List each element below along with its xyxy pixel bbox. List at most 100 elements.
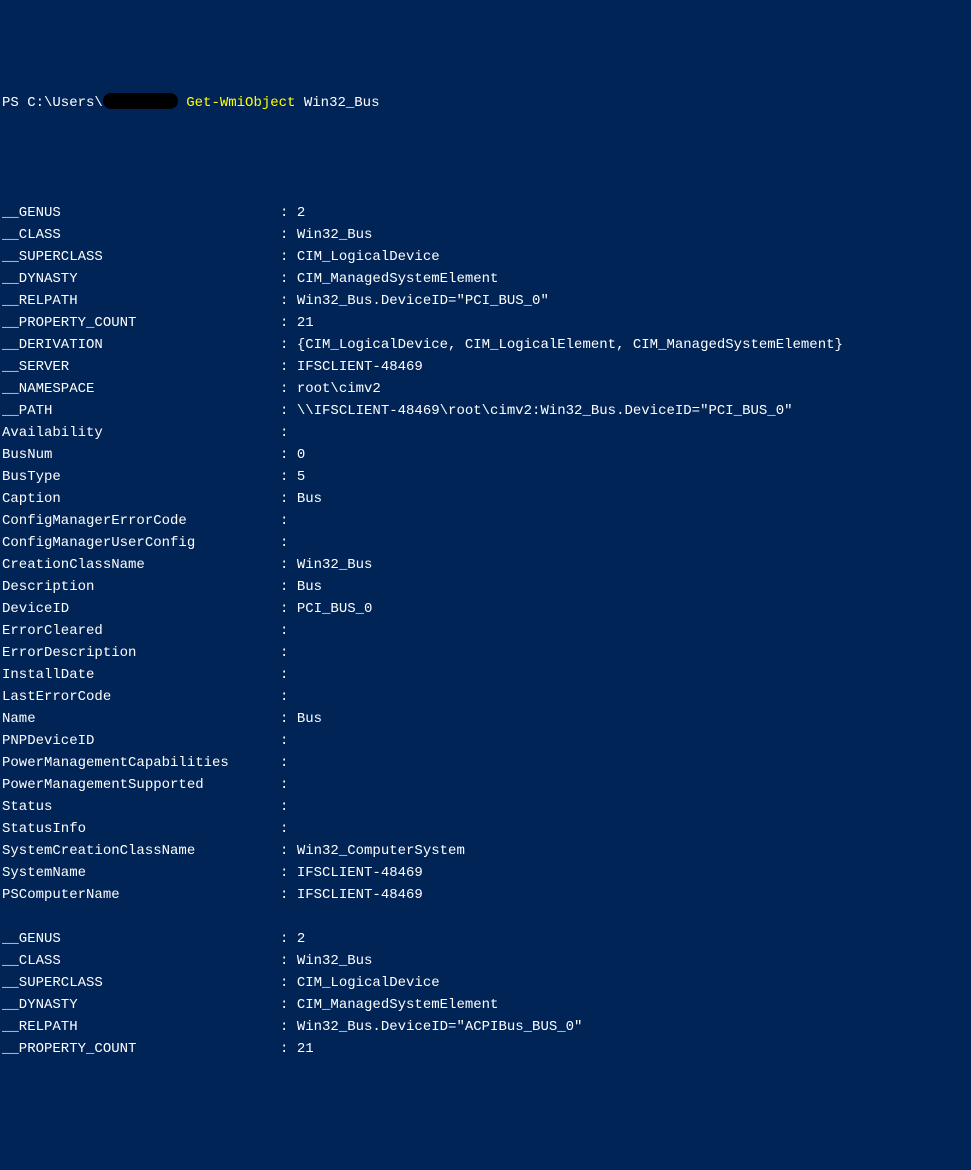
property-separator: : <box>280 686 297 708</box>
property-name: __RELPATH <box>2 290 280 312</box>
property-value: IFSCLIENT-48469 <box>297 359 423 375</box>
property-value: Win32_Bus.DeviceID="ACPIBus_BUS_0" <box>297 1019 583 1035</box>
property-name: Description <box>2 576 280 598</box>
output-row: __CLASS: Win32_Bus <box>2 224 969 246</box>
prompt-prefix: PS C:\Users\ <box>2 95 103 111</box>
property-separator: : <box>280 224 297 246</box>
property-separator: : <box>280 928 297 950</box>
property-value: Win32_Bus.DeviceID="PCI_BUS_0" <box>297 293 549 309</box>
property-name: __PATH <box>2 400 280 422</box>
property-name: SystemCreationClassName <box>2 840 280 862</box>
property-value: PCI_BUS_0 <box>297 601 373 617</box>
property-name: Status <box>2 796 280 818</box>
output-row: __GENUS: 2 <box>2 202 969 224</box>
property-name: PowerManagementCapabilities <box>2 752 280 774</box>
output-row: __NAMESPACE: root\cimv2 <box>2 378 969 400</box>
property-separator: : <box>280 576 297 598</box>
output-row: PNPDeviceID: <box>2 730 969 752</box>
property-separator: : <box>280 796 297 818</box>
property-name: SystemName <box>2 862 280 884</box>
property-name: __RELPATH <box>2 1016 280 1038</box>
property-separator: : <box>280 356 297 378</box>
property-separator: : <box>280 246 297 268</box>
cmdlet-arg-sep <box>295 95 303 111</box>
property-separator: : <box>280 884 297 906</box>
output-row: SystemName: IFSCLIENT-48469 <box>2 862 969 884</box>
output-row: __GENUS: 2 <box>2 928 969 950</box>
property-value: CIM_LogicalDevice <box>297 249 440 265</box>
property-name: InstallDate <box>2 664 280 686</box>
property-name: Caption <box>2 488 280 510</box>
property-separator: : <box>280 620 297 642</box>
property-name: __NAMESPACE <box>2 378 280 400</box>
prompt-line[interactable]: PS C:\Users\ Get-WmiObject Win32_Bus <box>2 92 969 114</box>
property-value: CIM_ManagedSystemElement <box>297 271 499 287</box>
cmdlet-argument: Win32_Bus <box>304 95 380 111</box>
block-separator <box>2 906 969 928</box>
output-row: ConfigManagerUserConfig: <box>2 532 969 554</box>
property-name: __GENUS <box>2 928 280 950</box>
property-value: Bus <box>297 491 322 507</box>
output-row: __DYNASTY: CIM_ManagedSystemElement <box>2 268 969 290</box>
property-value: IFSCLIENT-48469 <box>297 887 423 903</box>
output-row: SystemCreationClassName: Win32_ComputerS… <box>2 840 969 862</box>
property-separator: : <box>280 422 297 444</box>
property-value: 2 <box>297 931 305 947</box>
output-row: __RELPATH: Win32_Bus.DeviceID="ACPIBus_B… <box>2 1016 969 1038</box>
property-name: __CLASS <box>2 950 280 972</box>
property-separator: : <box>280 378 297 400</box>
redacted-username <box>103 93 178 109</box>
output-row: PowerManagementSupported: <box>2 774 969 796</box>
output-row: __CLASS: Win32_Bus <box>2 950 969 972</box>
property-separator: : <box>280 730 297 752</box>
property-separator: : <box>280 290 297 312</box>
property-separator: : <box>280 510 297 532</box>
property-name: DeviceID <box>2 598 280 620</box>
property-value: root\cimv2 <box>297 381 381 397</box>
output-row: BusNum: 0 <box>2 444 969 466</box>
cmdlet-name: Get-WmiObject <box>186 95 295 111</box>
property-separator: : <box>280 774 297 796</box>
property-name: __SERVER <box>2 356 280 378</box>
prompt-separator <box>178 95 186 111</box>
property-separator: : <box>280 202 297 224</box>
output-row: Name: Bus <box>2 708 969 730</box>
property-name: __PROPERTY_COUNT <box>2 1038 280 1060</box>
property-value: 21 <box>297 315 314 331</box>
property-separator: : <box>280 994 297 1016</box>
property-name: __SUPERCLASS <box>2 972 280 994</box>
property-value: CIM_ManagedSystemElement <box>297 997 499 1013</box>
output-row: ErrorCleared: <box>2 620 969 642</box>
output-row: Caption: Bus <box>2 488 969 510</box>
property-separator: : <box>280 752 297 774</box>
property-name: __PROPERTY_COUNT <box>2 312 280 334</box>
property-separator: : <box>280 334 297 356</box>
property-value: Win32_Bus <box>297 953 373 969</box>
property-name: BusType <box>2 466 280 488</box>
property-value: Win32_ComputerSystem <box>297 843 465 859</box>
property-separator: : <box>280 664 297 686</box>
property-separator: : <box>280 950 297 972</box>
output-row: ErrorDescription: <box>2 642 969 664</box>
property-separator: : <box>280 818 297 840</box>
property-separator: : <box>280 1038 297 1060</box>
property-value: IFSCLIENT-48469 <box>297 865 423 881</box>
output-row: __DYNASTY: CIM_ManagedSystemElement <box>2 994 969 1016</box>
property-name: ErrorCleared <box>2 620 280 642</box>
property-value: Bus <box>297 579 322 595</box>
output-row: __SUPERCLASS: CIM_LogicalDevice <box>2 972 969 994</box>
output-row: DeviceID: PCI_BUS_0 <box>2 598 969 620</box>
property-name: BusNum <box>2 444 280 466</box>
output-row: BusType: 5 <box>2 466 969 488</box>
property-name: Availability <box>2 422 280 444</box>
output-row: CreationClassName: Win32_Bus <box>2 554 969 576</box>
output-row: Availability: <box>2 422 969 444</box>
property-name: __DERIVATION <box>2 334 280 356</box>
output-row: __DERIVATION: {CIM_LogicalDevice, CIM_Lo… <box>2 334 969 356</box>
property-value: 0 <box>297 447 305 463</box>
property-name: ErrorDescription <box>2 642 280 664</box>
property-separator: : <box>280 598 297 620</box>
property-name: PSComputerName <box>2 884 280 906</box>
property-separator: : <box>280 554 297 576</box>
output-row: __SUPERCLASS: CIM_LogicalDevice <box>2 246 969 268</box>
